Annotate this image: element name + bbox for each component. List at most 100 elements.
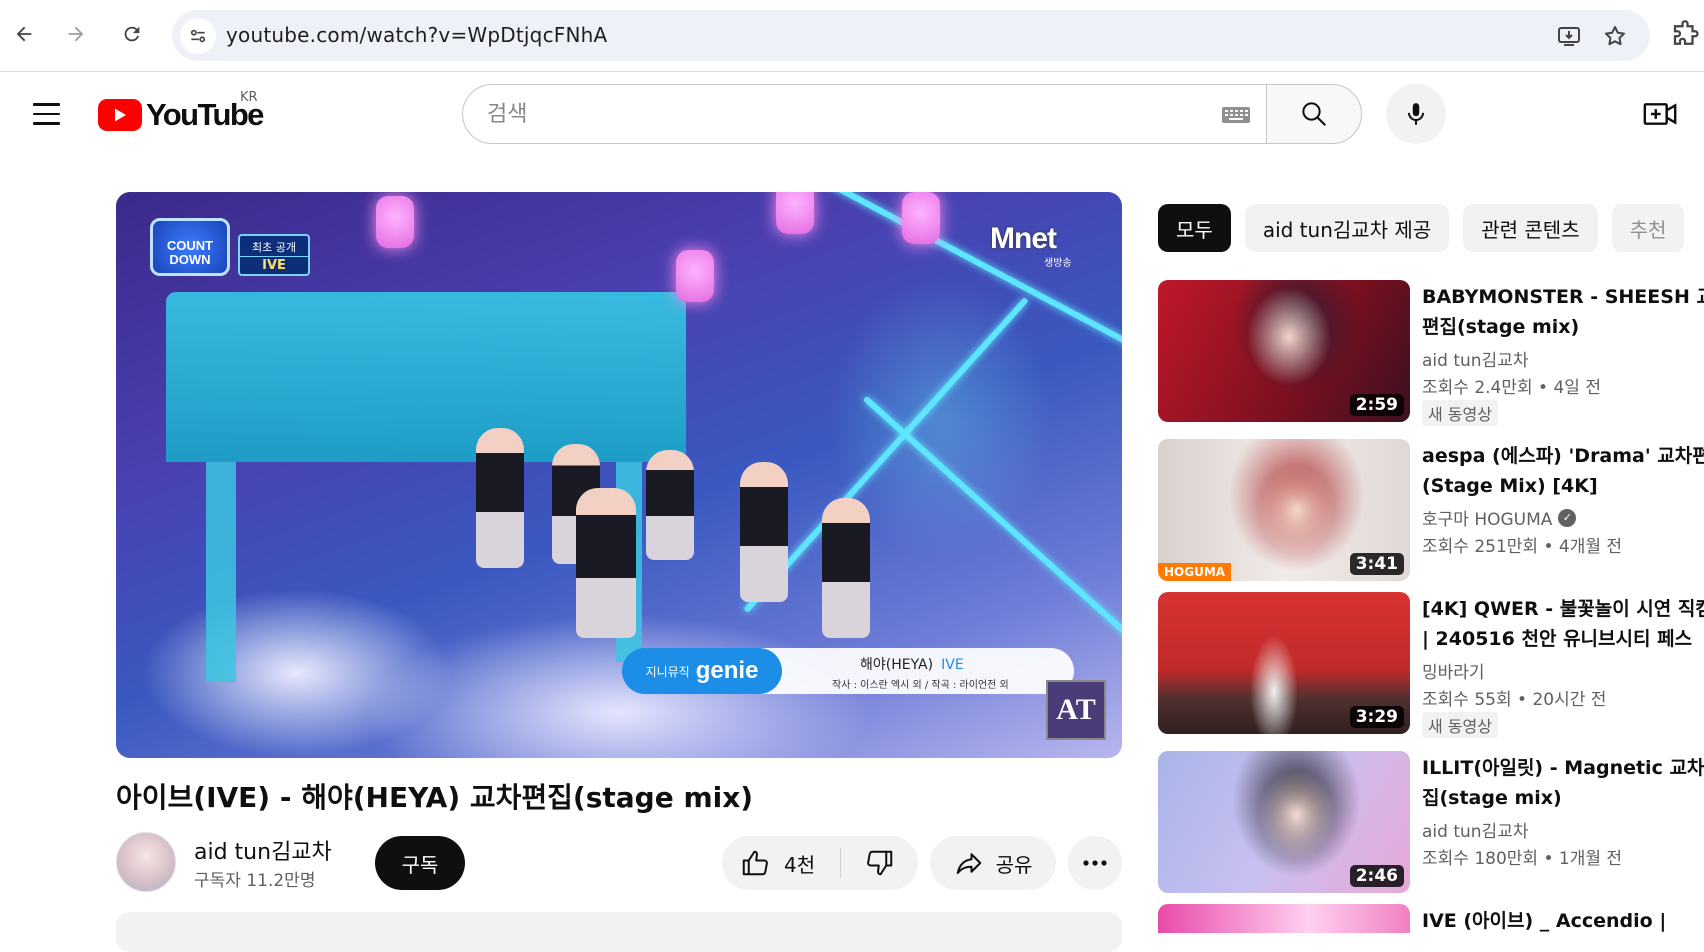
- search-box[interactable]: [462, 84, 1267, 144]
- recommendation-item[interactable]: IVE (아이브) _ Accendio |: [1158, 904, 1704, 933]
- back-arrow-icon: [16, 26, 32, 42]
- genie-big-label: genie: [695, 657, 759, 684]
- region-code: KR: [240, 90, 258, 105]
- address-bar[interactable]: youtube.com/watch?v=WpDtjqcFNhA: [172, 10, 1650, 61]
- chip-from-channel[interactable]: aid tun김교차 제공: [1244, 204, 1450, 252]
- channel-name[interactable]: aid tun김교차: [194, 834, 332, 866]
- install-app-button[interactable]: [1556, 23, 1582, 49]
- video-player[interactable]: COUNT DOWN 최초 공개 IVE Mnet 생방송 지니뮤직 genie…: [116, 192, 1122, 758]
- upload-age: 4개월 전: [1558, 537, 1623, 557]
- performer: [476, 428, 524, 568]
- recommendation-channel[interactable]: 밍바라기: [1422, 658, 1485, 683]
- title-line: 편집(stage mix): [1422, 316, 1580, 338]
- divider: [840, 848, 841, 878]
- guide-menu-button[interactable]: [26, 94, 66, 134]
- channel-label: aid tun김교차: [1422, 822, 1529, 842]
- reload-button[interactable]: [116, 18, 148, 50]
- forward-button[interactable]: [60, 18, 92, 50]
- genie-logo: 지니뮤직 genie: [622, 648, 782, 694]
- puzzle-icon: [1673, 20, 1699, 45]
- live-label: 생방송: [1044, 258, 1072, 269]
- extensions-button[interactable]: [1670, 20, 1700, 50]
- chip-related[interactable]: 관련 콘텐츠: [1463, 204, 1598, 252]
- title-line: (Stage Mix) [4K]: [1422, 475, 1598, 497]
- performer: [646, 450, 694, 560]
- like-button[interactable]: 4천: [722, 836, 840, 890]
- channel-label: 호구마 HOGUMA: [1422, 510, 1553, 530]
- create-button[interactable]: [1640, 94, 1680, 134]
- thumbs-down-icon: [867, 850, 893, 876]
- tune-icon: [190, 29, 206, 43]
- recommendation-title[interactable]: ILLIT(아일릿) - Magnetic 교차편 집(stage mix): [1422, 753, 1704, 813]
- channel-avatar[interactable]: [116, 832, 176, 892]
- share-icon: [956, 853, 981, 874]
- hamburger-icon-bar: [32, 103, 60, 106]
- recommendation-item[interactable]: 2:46 ILLIT(아일릿) - Magnetic 교차편 집(stage m…: [1158, 751, 1704, 893]
- thumbnail-tag: HOGUMA: [1158, 563, 1232, 581]
- title-line: IVE (아이브) _ Accendio |: [1422, 910, 1667, 932]
- chip-recommended[interactable]: 추천: [1611, 204, 1685, 252]
- song-artist: IVE: [941, 657, 964, 673]
- more-actions-button[interactable]: [1068, 836, 1122, 890]
- premiere-label: 최초 공개: [252, 241, 296, 254]
- performer: [576, 488, 636, 638]
- recommendation-channel[interactable]: 호구마 HOGUMA ✓: [1422, 505, 1577, 530]
- dislike-button[interactable]: [842, 836, 918, 890]
- song-title: 해야(HEYA) IVE: [860, 654, 964, 674]
- subscriber-count: 구독자 11.2만명: [194, 871, 316, 891]
- recommendation-channel[interactable]: aid tun김교차: [1422, 817, 1528, 842]
- subscribe-button[interactable]: 구독: [375, 836, 465, 890]
- title-line: ILLIT(아일릿) - Magnetic 교차편: [1422, 757, 1704, 779]
- recommendation-title[interactable]: BABYMONSTER - SHEESH 교차편 편집(stage mix): [1422, 282, 1704, 342]
- thumbs-up-icon: [742, 850, 768, 876]
- video-thumbnail[interactable]: 3:29: [1158, 592, 1410, 734]
- recommendation-title[interactable]: [4K] QWER - 불꽃놀이 시연 직캠 | 240516 천안 유니브시티…: [1422, 594, 1704, 654]
- recommendation-channel[interactable]: aid tun김교차: [1422, 346, 1528, 371]
- install-icon: [1558, 27, 1580, 46]
- search-input[interactable]: [487, 99, 1167, 129]
- video-duration: 2:59: [1349, 394, 1404, 416]
- more-horizontal-icon: [1083, 860, 1107, 866]
- recommendation-title[interactable]: IVE (아이브) _ Accendio |: [1422, 906, 1704, 936]
- view-count: 조회수 2.4만회: [1422, 378, 1533, 398]
- upload-age: 1개월 전: [1558, 849, 1623, 869]
- view-count: 조회수 180만회: [1422, 849, 1539, 869]
- recommendation-item[interactable]: HOGUMA 3:41 aespa (에스파) 'Drama' 교차편 (Sta…: [1158, 439, 1704, 581]
- new-video-badge: 새 동영상: [1422, 712, 1498, 738]
- recommendation-meta: 조회수 2.4만회 • 4일 전: [1422, 378, 1601, 398]
- channel-label: aid tun김교차: [1422, 351, 1529, 371]
- description-box[interactable]: [116, 912, 1122, 952]
- search-button[interactable]: [1266, 84, 1362, 144]
- forward-arrow-icon: [68, 26, 84, 42]
- recommendation-meta: 조회수 251만회 • 4개월 전: [1422, 537, 1623, 557]
- keyboard-icon[interactable]: [1221, 103, 1251, 127]
- star-icon: [1605, 26, 1625, 46]
- recommendation-title[interactable]: aespa (에스파) 'Drama' 교차편 (Stage Mix) [4K]: [1422, 441, 1704, 501]
- site-info-button[interactable]: [180, 18, 216, 54]
- stage-set: [166, 292, 686, 462]
- lantern: [676, 250, 714, 302]
- recommendation-item[interactable]: 3:29 [4K] QWER - 불꽃놀이 시연 직캠 | 240516 천안 …: [1158, 592, 1704, 738]
- recommendation-item[interactable]: 2:59 BABYMONSTER - SHEESH 교차편 편집(stage m…: [1158, 280, 1704, 426]
- performer: [822, 498, 870, 638]
- title-line: aespa (에스파) 'Drama' 교차편: [1422, 445, 1704, 467]
- title-line: [4K] QWER - 불꽃놀이 시연 직캠: [1422, 598, 1704, 620]
- premiere-artist: IVE: [240, 256, 308, 274]
- video-thumbnail[interactable]: [1158, 904, 1410, 933]
- video-thumbnail[interactable]: 2:46: [1158, 751, 1410, 893]
- browser-toolbar: youtube.com/watch?v=WpDtjqcFNhA: [0, 0, 1704, 72]
- video-thumbnail[interactable]: HOGUMA 3:41: [1158, 439, 1410, 581]
- url-text[interactable]: youtube.com/watch?v=WpDtjqcFNhA: [226, 23, 607, 47]
- bookmark-button[interactable]: [1602, 23, 1628, 49]
- premiere-tag: 최초 공개 IVE: [238, 234, 310, 276]
- voice-search-button[interactable]: [1386, 84, 1446, 144]
- like-count: 4천: [784, 852, 816, 877]
- youtube-play-icon: [98, 99, 142, 131]
- video-duration: 3:29: [1349, 706, 1404, 728]
- share-button[interactable]: 공유: [930, 836, 1056, 890]
- youtube-logo[interactable]: YouTube: [98, 97, 264, 132]
- chip-all[interactable]: 모두: [1158, 204, 1231, 252]
- yt-masthead: YouTube KR: [0, 72, 1704, 156]
- back-button[interactable]: [8, 18, 40, 50]
- video-thumbnail[interactable]: 2:59: [1158, 280, 1410, 422]
